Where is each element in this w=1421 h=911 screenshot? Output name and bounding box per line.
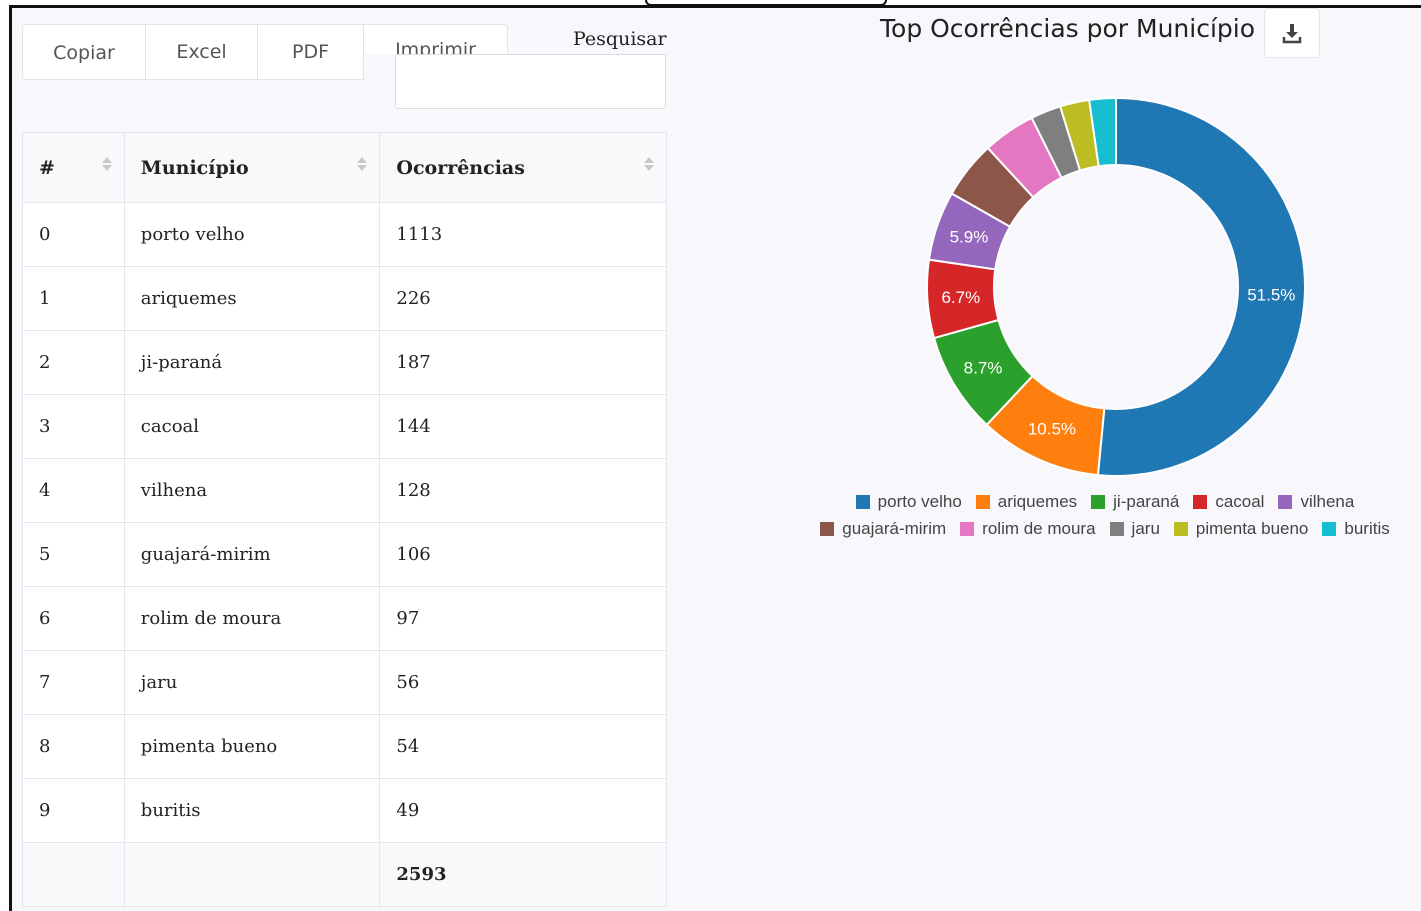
frame-border: [9, 5, 12, 911]
footer-cell-empty: [123, 842, 381, 907]
cell-municipio: buritis: [123, 778, 381, 843]
donut-chart: 51.5% 10.5% 8.7% 6.7% 5.9%: [926, 96, 1306, 477]
table-footer-row: 2593: [22, 842, 667, 907]
legend-item[interactable]: buritis: [1322, 518, 1390, 539]
table-row: 8 pimenta bueno 54: [22, 714, 667, 779]
cell-index: 5: [22, 522, 125, 587]
table-row: 9 buritis 49: [22, 778, 667, 843]
legend-swatch: [1322, 521, 1337, 536]
legend-label: jaru: [1131, 518, 1160, 538]
legend-swatch: [1193, 494, 1208, 509]
legend-label: rolim de moura: [982, 518, 1096, 538]
legend-label: porto velho: [877, 491, 962, 511]
legend-swatch: [1091, 494, 1106, 509]
legend-label: guajará-mirim: [842, 518, 947, 538]
cell-index: 9: [22, 778, 125, 843]
window-frame: Copiar Excel PDF Imprimir Pesquisar # Mu…: [0, 0, 1421, 911]
cell-ocorrencias: 97: [379, 586, 667, 651]
legend-label: ariquemes: [997, 491, 1078, 511]
total-value: 2593: [379, 842, 667, 907]
legend-row: guajará-mirim rolim de moura jaru pimenta b…: [800, 515, 1410, 542]
legend-item[interactable]: ji-paraná: [1091, 492, 1179, 512]
cell-municipio: pimenta bueno: [123, 714, 381, 779]
chart-legend: porto velho ariquemes ji-paraná cacoal vilhe…: [800, 488, 1410, 542]
legend-label: buritis: [1344, 518, 1390, 538]
legend-row: porto velho ariquemes ji-paraná cacoal vilhe…: [800, 488, 1410, 515]
slice-percent-label: 5.9%: [950, 227, 989, 246]
legend-label: ji-paraná: [1113, 491, 1180, 511]
cell-ocorrencias: 56: [379, 650, 667, 715]
cell-ocorrencias: 106: [379, 522, 667, 587]
legend-swatch: [1278, 494, 1293, 509]
legend-label: vilhena: [1300, 491, 1355, 511]
legend-item[interactable]: pimenta bueno: [1173, 518, 1309, 539]
frame-tab: [645, 0, 887, 6]
cell-municipio: guajará-mirim: [123, 522, 381, 587]
slice-percent-label: 6.7%: [941, 288, 980, 307]
legend-item[interactable]: porto velho: [855, 491, 962, 512]
legend-item[interactable]: guajará-mirim: [820, 519, 946, 539]
legend-item[interactable]: jaru: [1109, 518, 1160, 539]
slice-percent-label: 10.5%: [1028, 420, 1076, 439]
footer-cell-empty: [22, 842, 125, 907]
legend-swatch: [960, 521, 975, 536]
legend-swatch: [820, 521, 835, 536]
legend-label: cacoal: [1215, 491, 1265, 511]
legend-label: pimenta bueno: [1195, 518, 1309, 538]
legend-item[interactable]: rolim de moura: [960, 518, 1096, 539]
cell-ocorrencias: 54: [379, 714, 667, 779]
cell-municipio: rolim de moura: [123, 586, 381, 651]
table-row: 7 jaru 56: [22, 650, 667, 715]
legend-swatch: [1173, 521, 1188, 536]
legend-swatch: [975, 494, 990, 509]
legend-item[interactable]: vilhena: [1278, 492, 1354, 512]
table-row: 6 rolim de moura 97: [22, 586, 667, 651]
legend-item[interactable]: ariquemes: [975, 491, 1078, 512]
slice-percent-label: 8.7%: [964, 359, 1003, 378]
legend-swatch: [1109, 521, 1124, 536]
cell-municipio: jaru: [123, 650, 381, 715]
cell-index: 7: [22, 650, 125, 715]
legend-swatch: [855, 494, 870, 509]
cell-index: 8: [22, 714, 125, 779]
legend-item[interactable]: cacoal: [1193, 492, 1264, 512]
cell-index: 6: [22, 586, 125, 651]
table-row: 5 guajará-mirim 106: [22, 522, 667, 587]
slice-percent-label: 51.5%: [1247, 285, 1295, 304]
cell-ocorrencias: 49: [379, 778, 667, 843]
